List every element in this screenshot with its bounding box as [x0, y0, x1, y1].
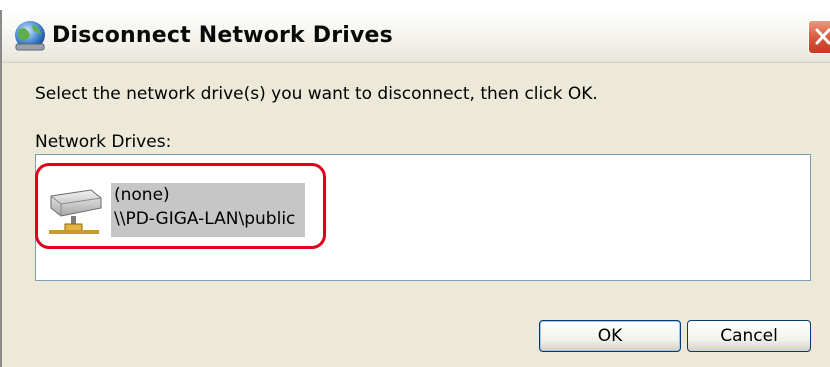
close-icon: [815, 28, 830, 45]
close-button[interactable]: [808, 20, 830, 54]
cancel-button[interactable]: Cancel: [687, 320, 811, 352]
dialog-title: Disconnect Network Drives: [52, 23, 393, 48]
drive-text-selection: (none) \\PD-GIGA-LAN\public: [111, 183, 305, 237]
list-item[interactable]: (none) \\PD-GIGA-LAN\public: [42, 170, 327, 244]
ok-button[interactable]: OK: [539, 320, 681, 352]
network-drives-label: Network Drives:: [35, 132, 172, 152]
drive-path: \\PD-GIGA-LAN\public: [114, 209, 296, 229]
network-globe-icon: [15, 21, 45, 51]
title-bar[interactable]: Disconnect Network Drives: [2, 10, 830, 63]
instructions-text: Select the network drive(s) you want to …: [35, 84, 598, 104]
disconnect-network-drives-dialog: Disconnect Network Drives Select the net…: [0, 10, 830, 367]
drive-name: (none): [114, 185, 170, 205]
network-drive-icon: [49, 189, 102, 234]
